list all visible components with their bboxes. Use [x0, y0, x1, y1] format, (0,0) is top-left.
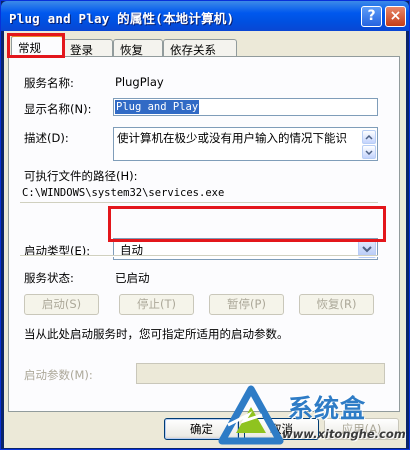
- close-icon: ×: [389, 8, 402, 24]
- chevron-up-icon: [365, 135, 373, 140]
- pause-button[interactable]: 暂停(P): [209, 294, 284, 315]
- service-status-value: 已启动: [115, 271, 150, 285]
- tab-general[interactable]: 常规: [11, 35, 63, 57]
- display-name-text: Plug and Play: [115, 100, 200, 114]
- resume-button[interactable]: 恢复(R): [299, 294, 374, 315]
- description-field[interactable]: 使计算机在极少或没有用户输入的情况下能识: [113, 127, 378, 161]
- help-icon: ?: [367, 8, 376, 24]
- dialog-client-area: 常规 登录 恢复 依存关系 服务名称: PlugPlay 显示名称(N): Pl…: [4, 31, 406, 448]
- display-name-field[interactable]: Plug and Play: [113, 98, 378, 116]
- apply-button[interactable]: 应用(A): [324, 418, 399, 440]
- exe-path-field: C:\WINDOWS\system32\services.exe: [20, 185, 378, 203]
- tab-dependencies[interactable]: 依存关系: [163, 39, 237, 57]
- service-name-value: PlugPlay: [115, 75, 164, 89]
- window-title: Plug and Play 的属性(本地计算机): [9, 11, 235, 26]
- start-params-hint: 当从此处启动服务时，您可指定所适用的启动参数。: [24, 327, 289, 341]
- chevron-down-icon: [365, 150, 373, 155]
- chevron-down-icon: [362, 246, 372, 253]
- description-scroll-up[interactable]: [362, 130, 376, 144]
- exe-path-label: 可执行文件的路径(H):: [24, 169, 138, 183]
- stop-button[interactable]: 停止(T): [119, 294, 194, 315]
- display-name-label: 显示名称(N):: [24, 102, 92, 116]
- start-button[interactable]: 启动(S): [24, 294, 99, 315]
- exe-path-text: C:\WINDOWS\system32\services.exe: [22, 187, 225, 199]
- start-params-input[interactable]: [136, 363, 385, 384]
- help-button[interactable]: ?: [361, 6, 382, 27]
- description-text: 使计算机在极少或没有用户输入的情况下能识: [117, 131, 347, 145]
- start-params-label: 启动参数(M):: [24, 368, 93, 382]
- general-tab-panel: 服务名称: PlugPlay 显示名称(N): Plug and Play 描述…: [8, 56, 400, 412]
- description-scroll-down[interactable]: [362, 145, 376, 159]
- separator: [20, 255, 378, 257]
- properties-window: Plug and Play 的属性(本地计算机) ? × 常规 登录 恢复 依存…: [0, 0, 410, 450]
- close-button[interactable]: ×: [385, 6, 406, 27]
- service-status-label: 服务状态:: [24, 271, 74, 285]
- ok-button[interactable]: 确定: [164, 418, 239, 440]
- service-name-label: 服务名称:: [24, 76, 74, 90]
- tab-recovery[interactable]: 恢复: [113, 39, 163, 57]
- cancel-button[interactable]: 取消: [244, 418, 319, 440]
- tab-logon[interactable]: 登录: [63, 39, 113, 57]
- title-bar[interactable]: Plug and Play 的属性(本地计算机) ? ×: [1, 1, 409, 31]
- description-label: 描述(D):: [24, 131, 69, 145]
